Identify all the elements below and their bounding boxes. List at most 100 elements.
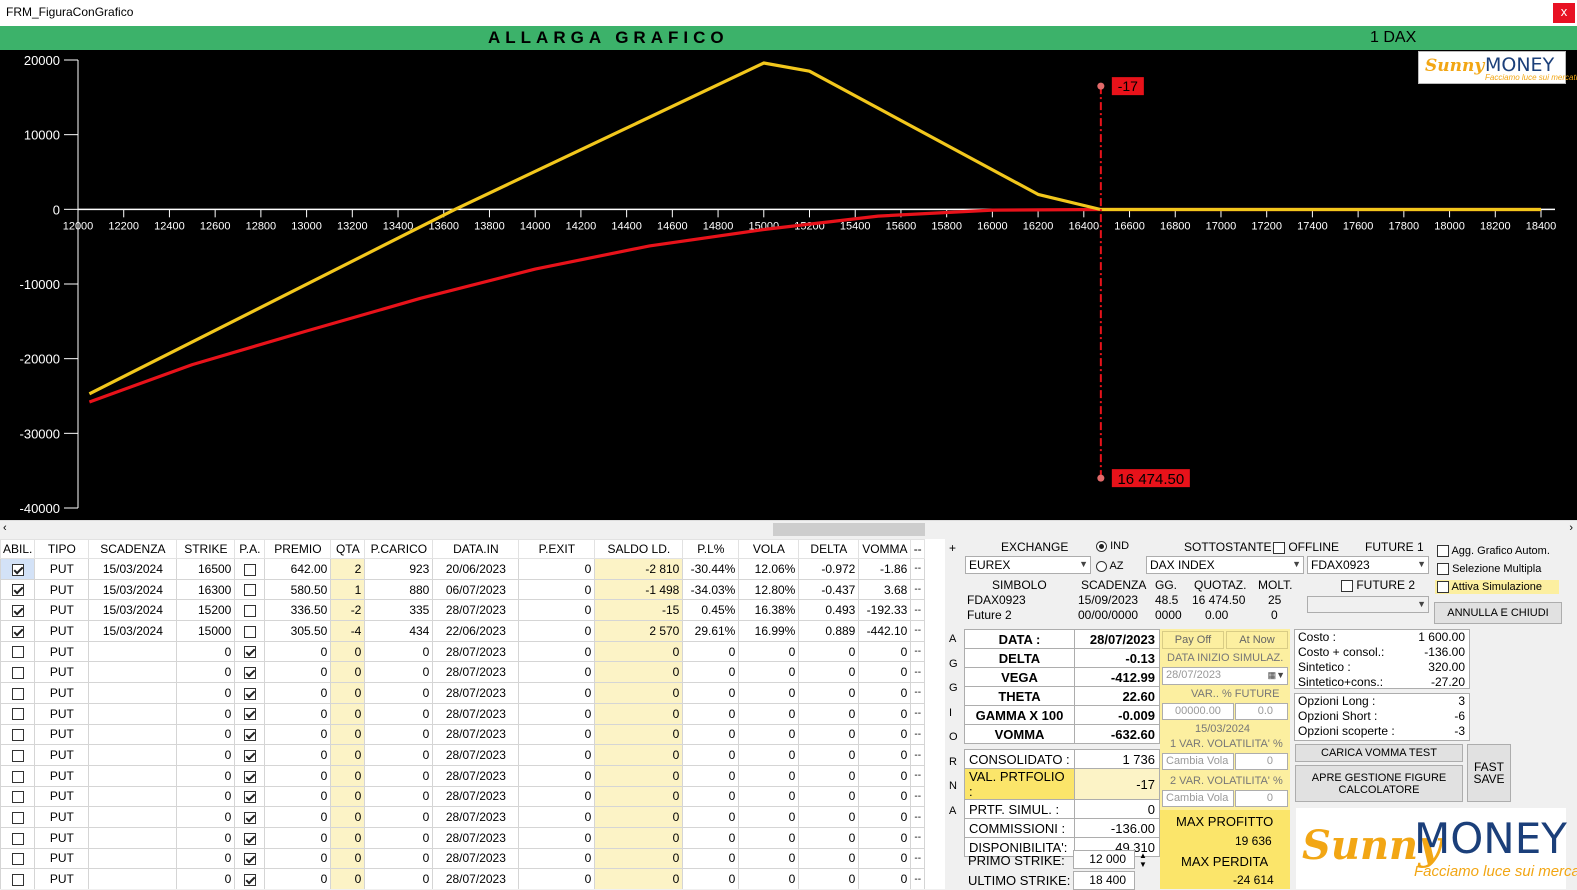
ultimo-strike-input[interactable]: 18 400 [1073,871,1135,890]
cell-tipo[interactable]: PUT [34,702,90,725]
table-row[interactable]: PUT 0 0 0 0 28/07/2023 0 0 0 0 0 0 -- [0,806,926,828]
cell-datain[interactable]: 28/07/2023 [432,806,520,828]
cell-vola[interactable]: 12.80% [738,578,800,601]
cell-pcarico[interactable]: 0 [364,640,434,663]
primo-strike-input[interactable]: 12 000 [1073,850,1135,869]
cell-vola[interactable]: 0 [738,723,800,746]
cell-vomma[interactable]: 0 [858,702,912,725]
cell-pexit[interactable]: 0 [518,578,596,601]
selezione-multipla-checkbox-icon[interactable] [1437,563,1449,576]
cell-saldo[interactable]: 0 [594,764,684,787]
cell-delta[interactable]: -0.437 [798,578,860,601]
pa-checkbox[interactable] [243,729,256,742]
cell-vola[interactable]: 0 [738,682,800,704]
cell-datain[interactable]: 28/07/2023 [432,744,520,766]
cell-tipo[interactable]: PUT [34,578,90,601]
cell-pexit[interactable]: 0 [518,764,596,787]
scroll-left-icon[interactable]: ‹ [3,522,7,534]
cell-tipo[interactable]: PUT [34,806,90,828]
cell-pexit[interactable]: 0 [518,723,596,746]
cell-pl[interactable]: 0 [682,682,740,704]
pa-cell[interactable] [234,640,266,663]
cell-premio[interactable]: 0 [264,640,332,663]
cell-pl[interactable]: 0 [682,744,740,766]
col-header[interactable]: PREMIO [264,539,332,559]
cell-delta[interactable]: 0 [798,826,860,849]
cell-qta[interactable]: 0 [330,744,366,766]
cell-strike[interactable]: 0 [176,723,236,746]
cell-strike[interactable]: 0 [176,682,236,704]
cell-scad[interactable]: 15/03/2024 [88,558,178,580]
cell-delta[interactable]: 0 [798,702,860,725]
sottostante-select[interactable]: DAX INDEX ▼ [1146,556,1304,574]
cell-qta[interactable]: -4 [330,620,366,642]
cell-scad[interactable] [88,826,178,849]
chart-horizontal-scrollbar[interactable]: ‹ › [0,520,1577,537]
cell-pexit[interactable]: 0 [518,826,596,849]
cell-vola[interactable]: 0 [738,806,800,828]
cell-vola[interactable]: 16.99% [738,620,800,642]
cell-vomma[interactable]: 0 [858,785,912,808]
abil-checkbox[interactable] [11,584,24,597]
pa-checkbox[interactable] [243,770,256,783]
cell-vomma[interactable]: 0 [858,640,912,663]
cell-pcarico[interactable]: 0 [364,702,434,725]
cell-vomma[interactable]: -442.10 [858,620,912,642]
cell-scad[interactable] [88,661,178,684]
cell-qta[interactable]: 2 [330,558,366,580]
scroll-thumb[interactable] [773,523,925,536]
abil-cell[interactable] [0,578,36,601]
cell-datain[interactable]: 28/07/2023 [432,682,520,704]
cell-vomma[interactable]: 3.68 [858,578,912,601]
cambia-vola-2-button[interactable]: Cambia Vola [1162,790,1234,807]
abil-checkbox[interactable] [11,749,24,762]
cell-datain[interactable]: 28/07/2023 [432,764,520,787]
cell-scad[interactable] [88,764,178,787]
cell-tipo[interactable]: PUT [34,661,90,684]
attiva-simulazione-checkbox-icon[interactable] [1437,581,1449,594]
cell-pcarico[interactable]: 335 [364,599,434,622]
cell-scad[interactable]: 15/03/2024 [88,578,178,601]
agg-grafico-checkbox[interactable]: Agg. Grafico Autom. [1437,545,1550,558]
cell-pexit[interactable]: 0 [518,806,596,828]
cell-pexit[interactable]: 0 [518,847,596,870]
cell-qta[interactable]: 0 [330,847,366,870]
cell-tipo[interactable]: PUT [34,558,90,580]
abil-cell[interactable] [0,744,36,766]
row-menu-button[interactable]: -- [910,640,926,663]
cell-vomma[interactable]: 0 [858,826,912,849]
selezione-multipla-checkbox[interactable]: Selezione Multipla [1437,563,1541,576]
radio-az-icon[interactable] [1096,560,1107,572]
cell-vomma[interactable]: 0 [858,847,912,870]
col-header[interactable]: VOLA [738,539,800,559]
cell-qta[interactable]: -2 [330,599,366,622]
col-header[interactable]: QTA [330,539,366,559]
vola2-input[interactable]: 0 [1235,790,1288,807]
cell-scad[interactable] [88,847,178,870]
pa-cell[interactable] [234,744,266,766]
cell-tipo[interactable]: PUT [34,785,90,808]
row-menu-button[interactable]: -- [910,868,926,889]
cell-delta[interactable]: -0.972 [798,558,860,580]
cell-pl[interactable]: -34.03% [682,578,740,601]
cell-premio[interactable]: 0 [264,785,332,808]
add-row-icon[interactable]: + [949,541,956,555]
cell-pcarico[interactable]: 0 [364,723,434,746]
abil-checkbox[interactable] [11,729,24,742]
col-header[interactable]: -- [910,539,926,559]
cell-vola[interactable]: 0 [738,764,800,787]
cell-datain[interactable]: 20/06/2023 [432,558,520,580]
agg-grafico-checkbox-icon[interactable] [1437,545,1449,558]
pa-cell[interactable] [234,847,266,870]
cell-datain[interactable]: 28/07/2023 [432,702,520,725]
cell-premio[interactable]: 0 [264,744,332,766]
pa-checkbox[interactable] [243,667,256,680]
cell-pexit[interactable]: 0 [518,785,596,808]
cell-vomma[interactable]: -192.33 [858,599,912,622]
pa-checkbox[interactable] [243,625,256,638]
cell-tipo[interactable]: PUT [34,847,90,870]
cell-pl[interactable]: 0 [682,785,740,808]
cell-pl[interactable]: 0 [682,764,740,787]
var-future-input-b[interactable]: 0.0 [1235,703,1288,720]
cell-qta[interactable]: 0 [330,723,366,746]
